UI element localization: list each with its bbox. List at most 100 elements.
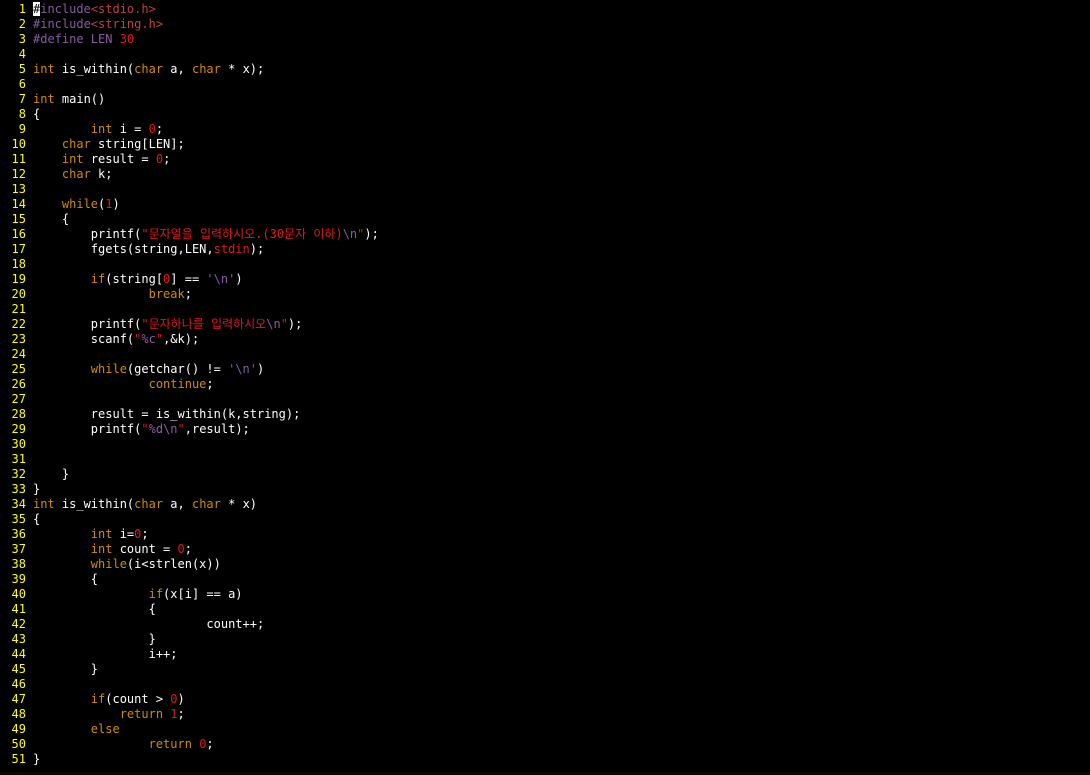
code-content[interactable]: int main() — [26, 92, 105, 107]
code-content[interactable] — [26, 437, 33, 452]
code-content[interactable]: } — [26, 467, 69, 482]
code-content[interactable]: i++; — [26, 647, 178, 662]
code-line[interactable]: 33} — [0, 482, 1090, 497]
code-content[interactable]: } — [26, 482, 40, 497]
code-content[interactable]: result = is_within(k,string); — [26, 407, 301, 422]
code-content[interactable]: count++; — [26, 617, 264, 632]
code-content[interactable]: #define LEN 30 — [26, 32, 134, 47]
code-content[interactable]: printf("%d\n",result); — [26, 422, 250, 437]
code-content[interactable]: int is_within(char a, char * x) — [26, 497, 257, 512]
code-content[interactable]: char string[LEN]; — [26, 137, 185, 152]
code-content[interactable] — [26, 182, 33, 197]
code-line[interactable]: 13 — [0, 182, 1090, 197]
code-content[interactable]: if(count > 0) — [26, 692, 185, 707]
code-content[interactable]: if(x[i] == a) — [26, 587, 243, 602]
code-line[interactable]: 47 if(count > 0) — [0, 692, 1090, 707]
code-content[interactable] — [26, 392, 33, 407]
code-line[interactable]: 27 — [0, 392, 1090, 407]
code-content[interactable]: if(string[0] == '\n') — [26, 272, 243, 287]
code-line[interactable]: 42 count++; — [0, 617, 1090, 632]
code-line[interactable]: 29 printf("%d\n",result); — [0, 422, 1090, 437]
code-content[interactable]: int count = 0; — [26, 542, 192, 557]
code-content[interactable]: { — [26, 512, 40, 527]
code-content[interactable]: { — [26, 107, 40, 122]
code-line[interactable]: 15 { — [0, 212, 1090, 227]
code-line[interactable]: 4 — [0, 47, 1090, 62]
code-line[interactable]: 31 — [0, 452, 1090, 467]
code-content[interactable]: continue; — [26, 377, 214, 392]
code-content[interactable]: int is_within(char a, char * x); — [26, 62, 264, 77]
code-content[interactable]: #include<stdio.h> — [26, 2, 156, 17]
code-content[interactable]: int i=0; — [26, 527, 149, 542]
code-line[interactable]: 17 fgets(string,LEN,stdin); — [0, 242, 1090, 257]
code-line[interactable]: 25 while(getchar() != '\n') — [0, 362, 1090, 377]
code-line[interactable]: 32 } — [0, 467, 1090, 482]
code-line[interactable]: 34 int is_within(char a, char * x) — [0, 497, 1090, 512]
code-editor[interactable]: 1 #include<stdio.h> 2 #include<string.h> 3 #d… — [0, 2, 1090, 772]
code-line[interactable]: 21 — [0, 302, 1090, 317]
code-line[interactable]: 18 — [0, 257, 1090, 272]
code-content[interactable]: { — [26, 212, 69, 227]
code-line[interactable]: 37 int count = 0; — [0, 542, 1090, 557]
code-line[interactable]: 46 — [0, 677, 1090, 692]
code-line[interactable]: 5 int is_within(char a, char * x); — [0, 62, 1090, 77]
code-line[interactable]: 50 return 0; — [0, 737, 1090, 752]
code-line[interactable]: 35 { — [0, 512, 1090, 527]
code-content[interactable]: else — [26, 722, 120, 737]
code-line[interactable]: 26 continue; — [0, 377, 1090, 392]
code-content[interactable]: #include<string.h> — [26, 17, 163, 32]
code-line[interactable]: 14 while(1) — [0, 197, 1090, 212]
code-line[interactable]: 9 int i = 0; — [0, 122, 1090, 137]
code-content[interactable]: while(getchar() != '\n') — [26, 362, 264, 377]
code-line[interactable]: 12 char k; — [0, 167, 1090, 182]
code-content[interactable]: while(1) — [26, 197, 120, 212]
code-content[interactable]: int result = 0; — [26, 152, 170, 167]
code-line[interactable]: 1 #include<stdio.h> — [0, 2, 1090, 17]
code-line[interactable]: 36 int i=0; — [0, 527, 1090, 542]
code-content[interactable]: { — [26, 602, 156, 617]
code-content[interactable]: return 0; — [26, 737, 214, 752]
code-content[interactable]: char k; — [26, 167, 113, 182]
code-line[interactable]: 30 — [0, 437, 1090, 452]
code-line[interactable]: 6 — [0, 77, 1090, 92]
code-content[interactable]: int i = 0; — [26, 122, 163, 137]
code-content[interactable] — [26, 347, 33, 362]
code-content[interactable] — [26, 302, 33, 317]
code-content[interactable] — [26, 257, 33, 272]
code-content[interactable]: fgets(string,LEN,stdin); — [26, 242, 264, 257]
code-line[interactable]: 28 result = is_within(k,string); — [0, 407, 1090, 422]
code-content[interactable]: return 1; — [26, 707, 185, 722]
code-line[interactable]: 45 } — [0, 662, 1090, 677]
code-line[interactable]: 49 else — [0, 722, 1090, 737]
code-line[interactable]: 22 printf("문자하나를 입력하시오\n"); — [0, 317, 1090, 332]
code-content[interactable]: } — [26, 752, 40, 767]
code-content[interactable]: while(i<strlen(x)) — [26, 557, 221, 572]
code-content[interactable] — [26, 77, 33, 92]
code-line[interactable]: 10 char string[LEN]; — [0, 137, 1090, 152]
code-content[interactable]: } — [26, 632, 156, 647]
code-line[interactable]: 11 int result = 0; — [0, 152, 1090, 167]
code-line[interactable]: 24 — [0, 347, 1090, 362]
code-line[interactable]: 51} — [0, 752, 1090, 767]
code-line[interactable]: 19 if(string[0] == '\n') — [0, 272, 1090, 287]
code-content[interactable] — [26, 677, 33, 692]
code-line[interactable]: 2 #include<string.h> — [0, 17, 1090, 32]
code-content[interactable]: scanf("%c",&k); — [26, 332, 199, 347]
code-line[interactable]: 43 } — [0, 632, 1090, 647]
code-line[interactable]: 8{ — [0, 107, 1090, 122]
code-line[interactable]: 44 i++; — [0, 647, 1090, 662]
code-line[interactable]: 48 return 1; — [0, 707, 1090, 722]
code-line[interactable]: 23 scanf("%c",&k); — [0, 332, 1090, 347]
code-content[interactable] — [26, 452, 33, 467]
code-line[interactable]: 40 if(x[i] == a) — [0, 587, 1090, 602]
code-line[interactable]: 3 #define LEN 30 — [0, 32, 1090, 47]
code-line[interactable]: 20 break; — [0, 287, 1090, 302]
code-line[interactable]: 41 { — [0, 602, 1090, 617]
code-content[interactable]: printf("문자하나를 입력하시오\n"); — [26, 317, 303, 332]
code-content[interactable]: { — [26, 572, 98, 587]
code-line[interactable]: 39 { — [0, 572, 1090, 587]
code-content[interactable]: break; — [26, 287, 192, 302]
code-content[interactable] — [26, 47, 33, 62]
code-line[interactable]: 38 while(i<strlen(x)) — [0, 557, 1090, 572]
code-content[interactable]: printf("문자열을 입력하시오.(30문자 이하)\n"); — [26, 227, 379, 242]
